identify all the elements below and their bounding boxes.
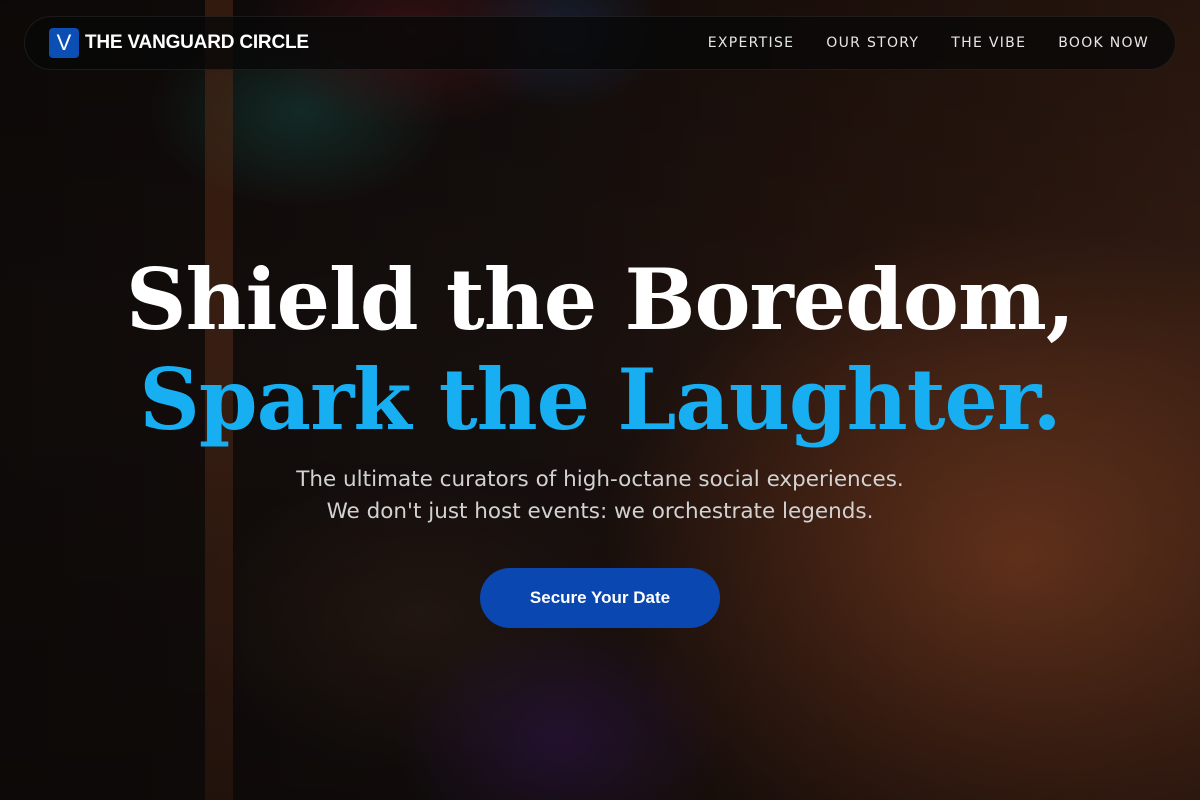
hero-subtitle: The ultimate curators of high-octane soc… — [0, 464, 1200, 528]
nav-links: EXPERTISE OUR STORY THE VIBE BOOK NOW — [708, 35, 1149, 51]
secure-your-date-button[interactable]: Secure Your Date — [480, 568, 720, 628]
brand-mark-icon: V — [49, 28, 79, 58]
subtitle-line-2: We don't just host events: we orchestrat… — [326, 499, 874, 524]
brand-name: THE VANGUARD CIRCLE — [85, 32, 309, 53]
headline-line-1: Shield the Boredom, — [125, 250, 1075, 349]
nav-link-expertise[interactable]: EXPERTISE — [708, 35, 795, 51]
brand-logo[interactable]: V THE VANGUARD CIRCLE — [49, 28, 309, 58]
navbar: V THE VANGUARD CIRCLE EXPERTISE OUR STOR… — [24, 16, 1176, 70]
nav-link-book-now[interactable]: BOOK NOW — [1058, 35, 1149, 51]
subtitle-line-1: The ultimate curators of high-octane soc… — [296, 467, 904, 492]
hero-section: Shield the Boredom, Spark the Laughter. … — [0, 250, 1200, 628]
headline-line-2: Spark the Laughter. — [139, 350, 1062, 449]
hero-headline: Shield the Boredom, Spark the Laughter. — [0, 250, 1200, 450]
nav-link-our-story[interactable]: OUR STORY — [826, 35, 919, 51]
nav-link-the-vibe[interactable]: THE VIBE — [951, 35, 1026, 51]
